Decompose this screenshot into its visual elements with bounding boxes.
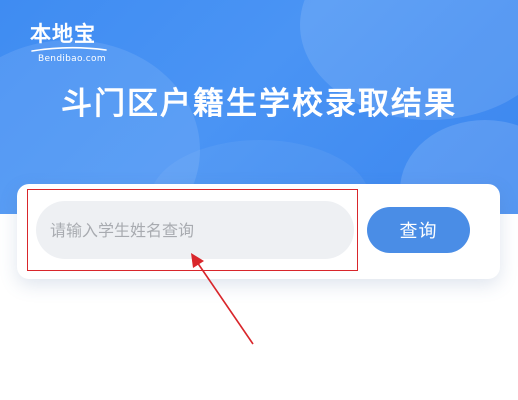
logo-swoosh-icon (31, 46, 107, 52)
site-logo: 本地宝 Bendibao.com (30, 22, 108, 64)
query-button[interactable]: 查询 (367, 207, 470, 253)
student-name-search-input[interactable] (36, 201, 354, 259)
hero-banner: 本地宝 Bendibao.com 斗门区户籍生学校录取结果 (0, 0, 518, 214)
page-title: 斗门区户籍生学校录取结果 (61, 86, 457, 122)
logo-name: 本地宝 (30, 21, 96, 46)
logo-site: Bendibao.com (38, 54, 106, 64)
